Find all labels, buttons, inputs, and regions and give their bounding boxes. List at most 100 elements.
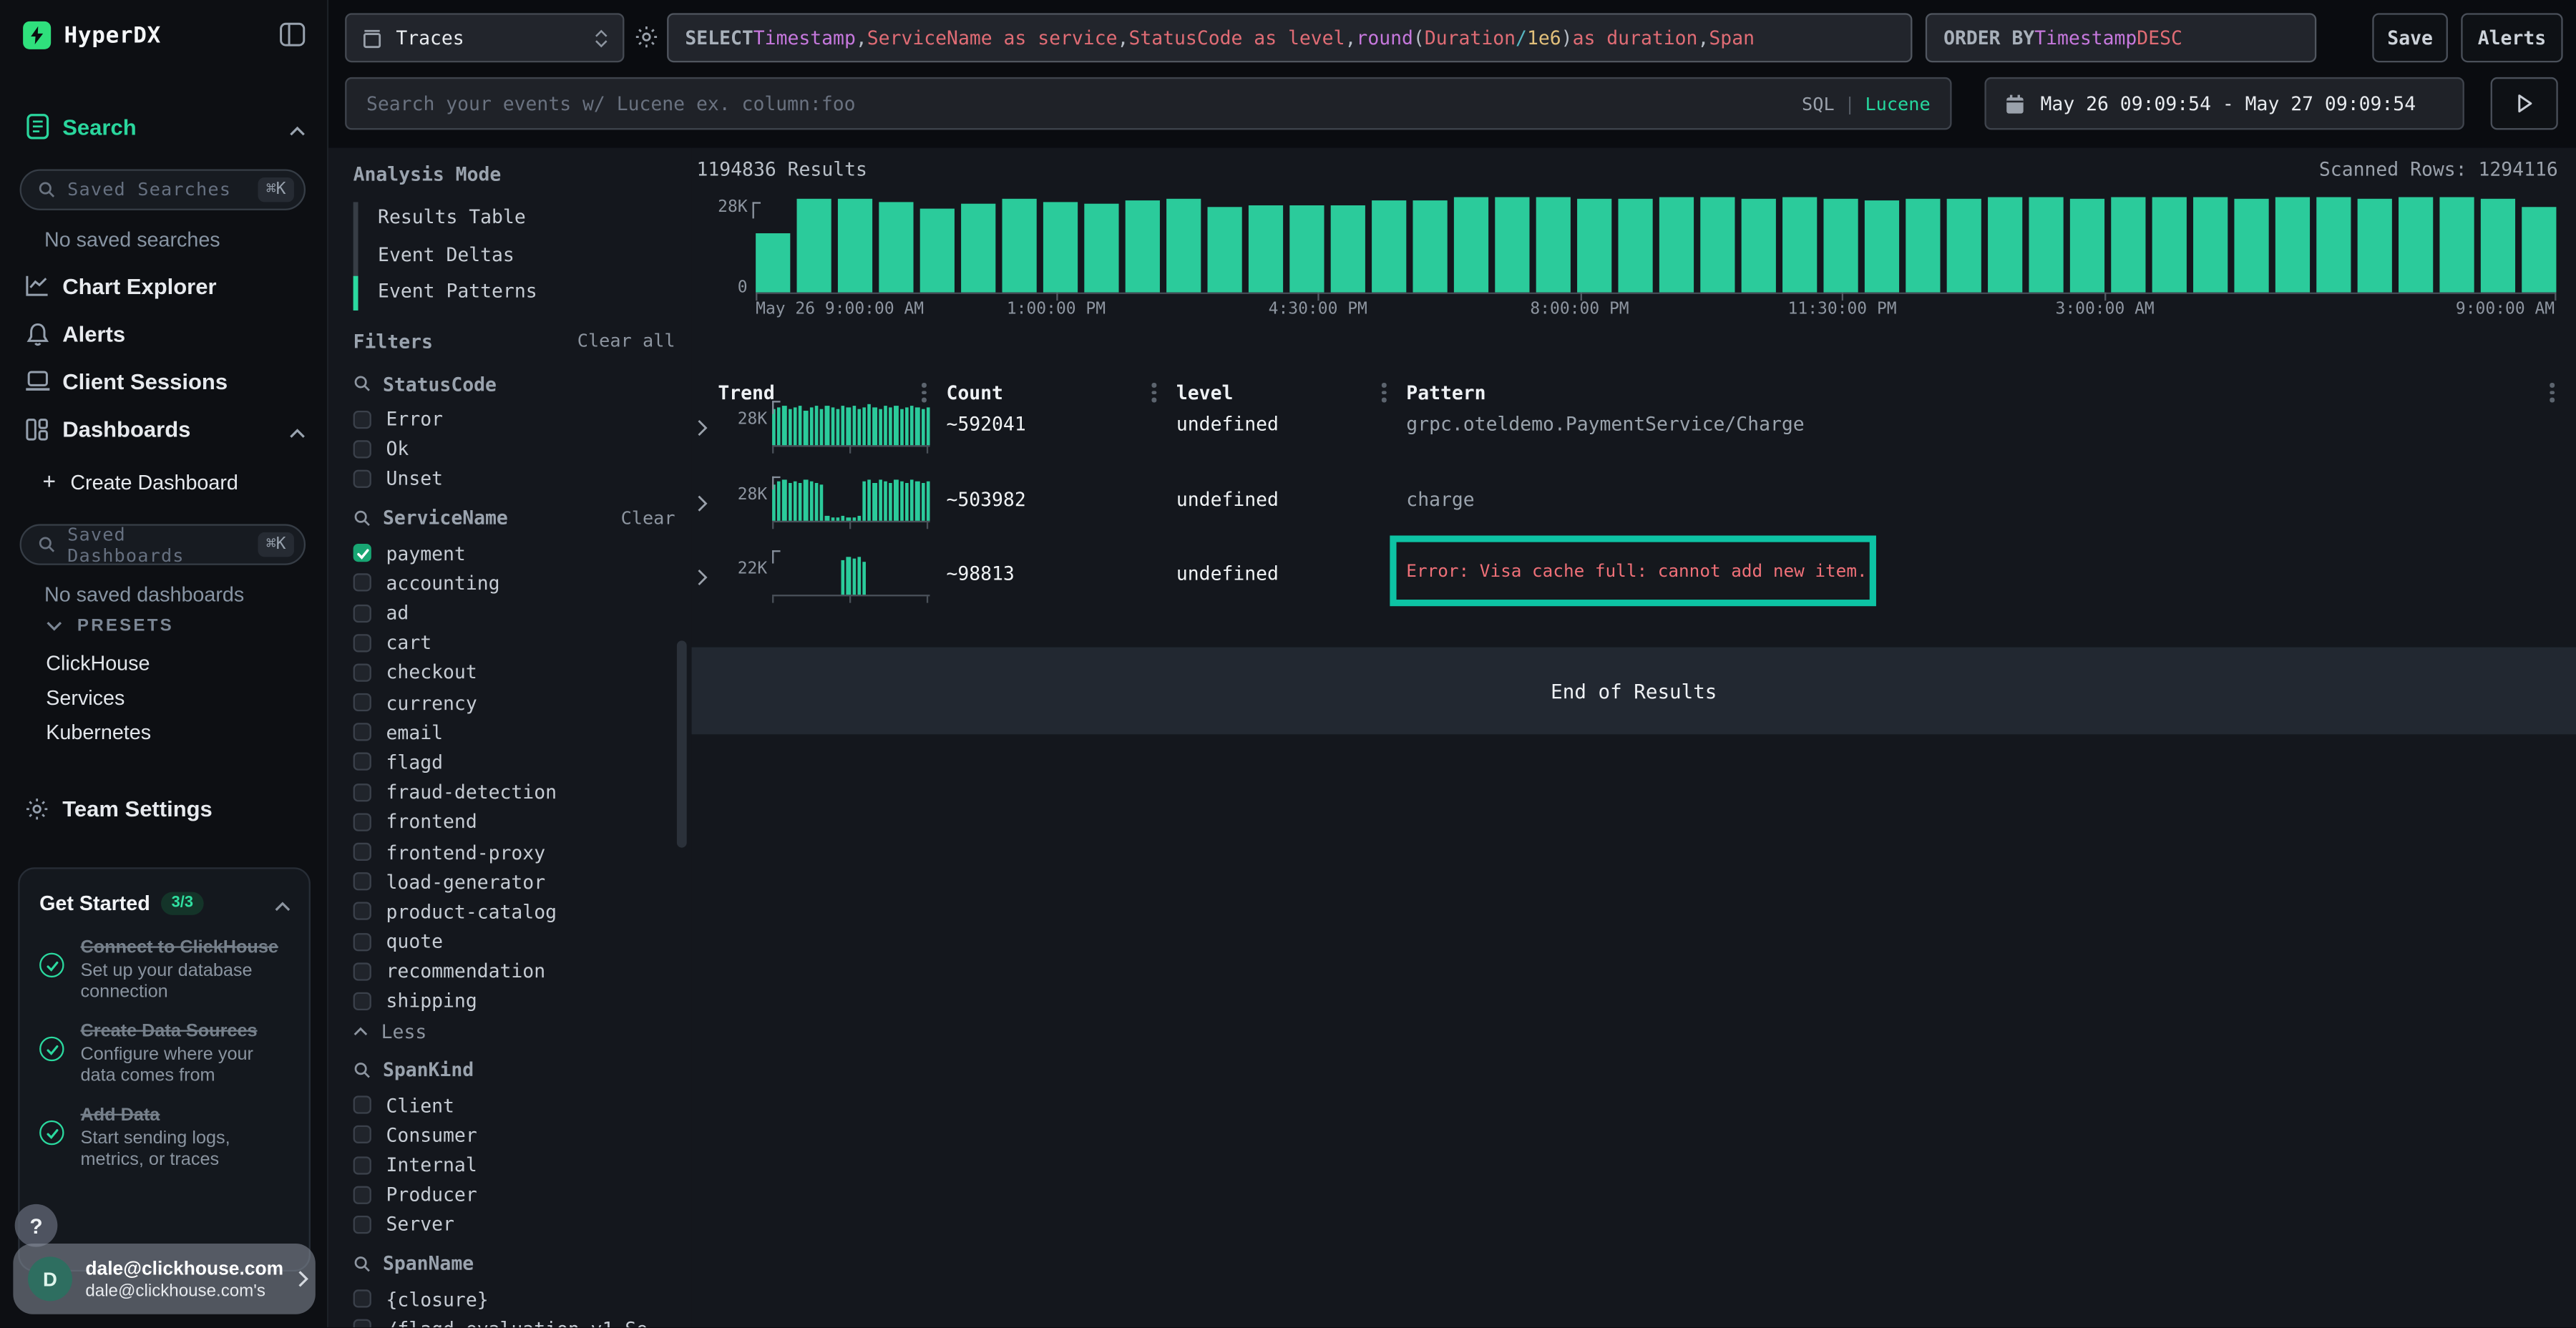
checkbox[interactable] [353,873,371,891]
expand-chevron-icon[interactable] [696,412,708,444]
checkbox[interactable] [353,902,371,920]
checkbox[interactable] [353,1216,371,1234]
filters-scrollbar[interactable] [677,640,687,847]
checkbox[interactable] [353,1186,371,1204]
show-less-toggle[interactable]: Less [353,1016,675,1045]
lucene-search-input[interactable]: Search your events w/ Lucene ex. column:… [345,77,1951,130]
help-button[interactable]: ? [15,1204,58,1247]
expand-chevron-icon[interactable] [696,487,708,519]
chevron-up-icon[interactable] [274,887,291,919]
filter-option[interactable]: Client [353,1090,675,1120]
presets-toggle[interactable]: PRESETS [46,616,174,636]
run-query-button[interactable] [2491,77,2558,130]
events-histogram[interactable] [756,197,2556,293]
filter-option[interactable]: frontend [353,807,675,837]
saved-searches-input[interactable]: Saved Searches ⌘K [20,169,306,210]
expand-chevron-icon[interactable] [696,562,708,593]
checkbox[interactable] [353,440,371,458]
source-select[interactable]: Traces [345,13,624,62]
pattern-row[interactable]: 28K~592041undefinedgrpc.oteldemo.Payment… [692,398,2576,472]
sidebar-item-client-sessions[interactable]: Client Sessions [0,363,328,399]
checkbox[interactable] [353,1126,371,1143]
filter-option[interactable]: Producer [353,1180,675,1210]
sql-select-input[interactable]: SELECT Timestamp, ServiceName as service… [667,13,1912,62]
sidebar-item-search[interactable]: Search [0,109,328,145]
checkbox[interactable] [353,410,371,428]
filter-option[interactable]: {closure} [353,1284,675,1314]
filter-option[interactable]: Consumer [353,1120,675,1150]
get-started-item[interactable]: Connect to ClickHouseSet up your databas… [39,938,291,1004]
checkbox[interactable] [353,1290,371,1308]
sidebar-item-dashboards[interactable]: Dashboards [0,411,328,447]
sidebar-item-chart-explorer[interactable]: Chart Explorer [0,268,328,304]
clear-filter-button[interactable]: Clear [621,507,675,528]
filter-option[interactable]: cart [353,628,675,658]
filter-option[interactable]: checkout [353,658,675,688]
get-started-item[interactable]: Create Data SourcesConfigure where your … [39,1022,291,1088]
get-started-item[interactable]: Add DataStart sending logs, metrics, or … [39,1105,291,1171]
checkbox[interactable] [353,962,371,980]
checkbox[interactable] [353,693,371,711]
checkbox[interactable] [353,663,371,681]
filter-option[interactable]: shipping [353,986,675,1016]
checkbox[interactable] [353,932,371,950]
analysis-mode-option[interactable]: Results Table [378,199,675,236]
saved-dashboards-input[interactable]: Saved Dashboards ⌘K [20,524,306,565]
save-button[interactable]: Save [2372,13,2448,62]
pattern-row[interactable]: 22K~98813undefinedError: Visa cache full… [692,547,2576,622]
checkbox[interactable] [353,813,371,831]
user-menu[interactable]: D dale@clickhouse.com dale@clickhouse.co… [13,1244,315,1314]
sidebar-collapse-icon[interactable] [279,21,306,54]
checkbox[interactable] [353,1319,371,1327]
checkbox[interactable] [353,723,371,741]
preset-services[interactable]: Services [46,687,125,710]
filter-option[interactable]: Server [353,1210,675,1240]
chevron-up-icon[interactable] [289,413,306,444]
filter-option[interactable]: payment [353,538,675,568]
lang-toggle-lucene[interactable]: Lucene [1865,93,1930,114]
checkbox[interactable] [353,1156,371,1173]
date-range-picker[interactable]: May 26 09:09:54 - May 27 09:09:54 [1984,77,2464,130]
filter-option[interactable]: accounting [353,568,675,598]
filter-option[interactable]: frontend-proxy [353,837,675,867]
filter-option[interactable]: email [353,718,675,748]
filter-option[interactable]: recommendation [353,957,675,987]
checkbox[interactable] [353,470,371,488]
filter-option[interactable]: quote [353,927,675,957]
alerts-button[interactable]: Alerts [2461,13,2562,62]
preset-kubernetes[interactable]: Kubernetes [46,721,151,744]
filter-option[interactable]: Error [353,404,675,434]
checkbox[interactable] [353,544,371,562]
create-dashboard-button[interactable]: + Create Dashboard [43,470,238,494]
filter-option[interactable]: /flagd.evaluation.v1.Se… [353,1314,675,1327]
checkbox[interactable] [353,992,371,1010]
sidebar-item-alerts[interactable]: Alerts [0,316,328,352]
checkbox[interactable] [353,574,371,592]
checkbox[interactable] [353,783,371,801]
filter-option[interactable]: Ok [353,434,675,464]
analysis-mode-option[interactable]: Event Patterns [378,273,675,310]
filter-option[interactable]: load-generator [353,866,675,897]
filter-option[interactable]: ad [353,598,675,628]
preset-clickhouse[interactable]: ClickHouse [46,652,150,675]
sidebar-item-team-settings[interactable]: Team Settings [0,790,328,826]
checkbox[interactable] [353,634,371,652]
filter-option[interactable]: Unset [353,464,675,494]
checkbox[interactable] [353,843,371,861]
order-by-input[interactable]: ORDER BY Timestamp DESC [1926,13,2316,62]
filter-option[interactable]: currency [353,688,675,718]
checkbox[interactable] [353,1096,371,1114]
highlighted-error-pattern[interactable]: Error: Visa cache full: cannot add new i… [1390,535,1876,606]
filter-option[interactable]: fraud-detection [353,777,675,807]
filter-option[interactable]: product-catalog [353,897,675,927]
checkbox[interactable] [353,753,371,771]
filter-option[interactable]: flagd [353,747,675,777]
source-settings-gear-icon[interactable] [634,24,658,56]
app-logo[interactable]: HyperDX [23,21,161,49]
filter-option[interactable]: Internal [353,1150,675,1180]
clear-all-filters-button[interactable]: Clear all [577,330,675,351]
checkbox[interactable] [353,604,371,622]
lang-toggle-sql[interactable]: SQL [1802,93,1835,114]
chevron-up-icon[interactable] [289,111,306,142]
analysis-mode-option[interactable]: Event Deltas [378,235,675,273]
